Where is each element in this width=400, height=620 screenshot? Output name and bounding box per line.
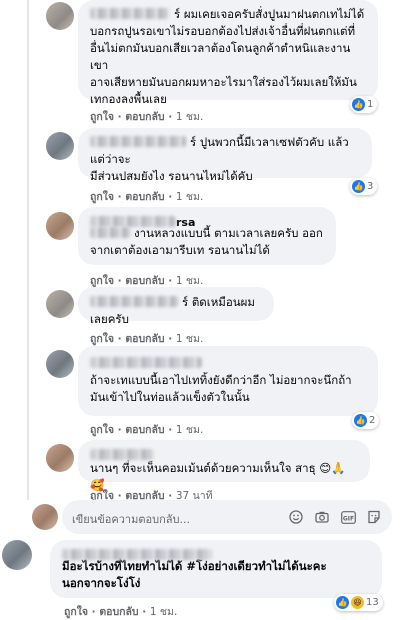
like-reaction-icon: 👍 bbox=[352, 180, 365, 193]
comment-text: ร์ ปูนพวกนี้มีเวลาเซฟตัวคับ แล้วแต่ว่าจะ… bbox=[90, 135, 349, 183]
reaction-summary[interactable]: 👍 2 bbox=[352, 412, 380, 429]
comment-text: มีอะไรบ้างที่ไทยทำไม่ได้ #โง่อย่างเดียวท… bbox=[62, 559, 327, 590]
like-link[interactable]: ถูกใจ bbox=[90, 191, 114, 203]
comment-bubble: มีอะไรบ้างที่ไทยทำไม่ได้ #โง่อย่างเดียวท… bbox=[50, 540, 382, 598]
avatar[interactable] bbox=[46, 290, 74, 318]
like-link[interactable]: ถูกใจ bbox=[90, 111, 114, 123]
reply-link[interactable]: ตอบกลับ bbox=[125, 191, 164, 203]
avatar[interactable] bbox=[46, 132, 74, 160]
timestamp[interactable]: 1 ชม. bbox=[176, 275, 203, 287]
comment-actions: ถูกใจ · ตอบกลับ · 1 ชม. bbox=[90, 111, 204, 123]
like-link[interactable]: ถูกใจ bbox=[64, 606, 88, 618]
avatar[interactable] bbox=[2, 540, 32, 570]
gif-icon[interactable]: GIF bbox=[340, 509, 356, 525]
comment-actions: ถูกใจ · ตอบกลับ · 1 ชม. bbox=[90, 191, 204, 203]
thread-line bbox=[27, 0, 29, 500]
like-reaction-icon: 👍 bbox=[352, 98, 365, 111]
reply-link[interactable]: ตอบกลับ bbox=[125, 275, 164, 287]
avatar[interactable] bbox=[46, 444, 74, 472]
sticker-icon[interactable] bbox=[366, 509, 382, 525]
comment-actions: ถูกใจ · ตอบกลับ · 1 ชม. bbox=[90, 333, 204, 345]
reply-input[interactable]: เขียนข้อความตอบกลับ... GIF bbox=[62, 500, 392, 534]
comment-bubble: นานๆ ที่จะเห็นคอมเม้นต์ด้วยความเห็นใจ สา… bbox=[78, 440, 370, 492]
reply-link[interactable]: ตอบกลับ bbox=[125, 424, 164, 436]
comment-bubble: ถ้าจะเทแบบนี้เอาไปเททิ้งยังดีกว่าอีก ไม่… bbox=[78, 346, 378, 416]
camera-icon[interactable] bbox=[314, 509, 330, 525]
comment-text: ร์ ติดเหมือนผมเลยครับ bbox=[90, 295, 255, 326]
timestamp[interactable]: 1 ชม. bbox=[176, 111, 203, 123]
commenter-name-tail: rsa bbox=[176, 216, 196, 229]
like-link[interactable]: ถูกใจ bbox=[90, 333, 114, 345]
comment-actions: ถูกใจ · ตอบกลับ · 1 ชม. bbox=[90, 424, 204, 436]
comment-bubble: rsa งานหลวงแบบนี้ ตามเวลาเลยครับ ออก จาก… bbox=[78, 207, 336, 265]
timestamp[interactable]: 1 ชม. bbox=[176, 191, 203, 203]
comment-text: ถ้าจะเทแบบนี้เอาไปเททิ้งยังดีกว่าอีก ไม่… bbox=[90, 373, 352, 404]
comment-bubble: ร์ ผมเคยเจอครับสั่งปูนมาฝนตกเทไม่ได้ บอก… bbox=[78, 0, 378, 106]
comment-text: ร์ ผมเคยเจอครับสั่งปูนมาฝนตกเทไม่ได้ บอก… bbox=[90, 7, 365, 106]
reply-placeholder: เขียนข้อความตอบกลับ... bbox=[72, 513, 190, 526]
timestamp[interactable]: 1 ชม. bbox=[176, 333, 203, 345]
current-user-avatar bbox=[32, 504, 58, 530]
commenter-name[interactable] bbox=[90, 216, 176, 227]
avatar[interactable] bbox=[46, 212, 74, 240]
comment-text: งานหลวงแบบนี้ ตามเวลาเลยครับ ออก จากเตาต… bbox=[90, 226, 323, 257]
reaction-summary[interactable]: 👍 1 bbox=[350, 96, 378, 113]
avatar[interactable] bbox=[46, 350, 74, 378]
reply-link[interactable]: ตอบกลับ bbox=[99, 606, 138, 618]
commenter-name[interactable] bbox=[90, 357, 202, 368]
haha-reaction-icon: 😆 bbox=[351, 596, 364, 609]
commenter-name[interactable] bbox=[90, 449, 154, 460]
timestamp[interactable]: 1 ชม. bbox=[150, 606, 177, 618]
reply-link[interactable]: ตอบกลับ bbox=[125, 333, 164, 345]
comment-actions: ถูกใจ · ตอบกลับ · 1 ชม. bbox=[64, 606, 178, 618]
comment-bubble: ร์ ปูนพวกนี้มีเวลาเซฟตัวคับ แล้วแต่ว่าจะ… bbox=[78, 128, 372, 183]
timestamp[interactable]: 1 ชม. bbox=[176, 424, 203, 436]
svg-text:GIF: GIF bbox=[342, 515, 353, 522]
reaction-summary[interactable]: 👍 3 bbox=[350, 178, 378, 195]
reaction-summary[interactable]: 👍 😆 13 bbox=[334, 594, 383, 611]
avatar[interactable] bbox=[46, 2, 74, 30]
comment-bubble: ร์ ติดเหมือนผมเลยครับ bbox=[78, 287, 274, 326]
reply-link[interactable]: ตอบกลับ bbox=[125, 111, 164, 123]
like-link[interactable]: ถูกใจ bbox=[90, 275, 114, 287]
like-reaction-icon: 👍 bbox=[336, 596, 349, 609]
like-link[interactable]: ถูกใจ bbox=[90, 424, 114, 436]
like-reaction-icon: 👍 bbox=[354, 414, 367, 427]
commenter-name[interactable] bbox=[62, 549, 212, 560]
emoji-icon[interactable] bbox=[288, 509, 304, 525]
